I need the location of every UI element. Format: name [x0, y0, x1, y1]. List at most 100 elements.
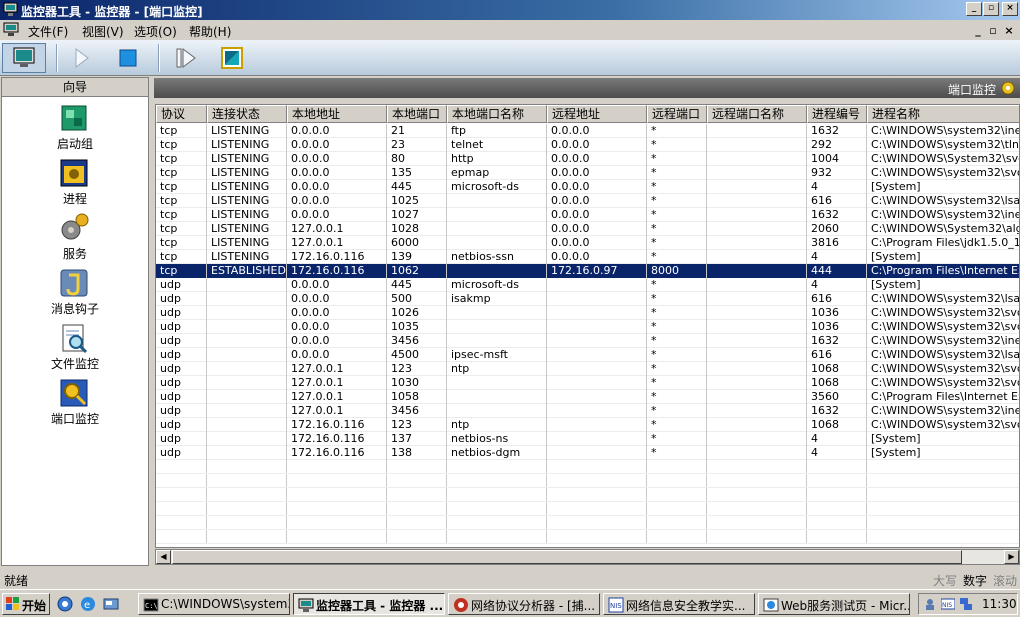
column-header[interactable]: 进程编号: [807, 105, 867, 123]
task-web-test[interactable]: Web服务测试页 - Micr...: [758, 593, 910, 615]
table-row[interactable]: udp 127.0.0.1 3456 * 1632 C:\WINDOWS\system32…: [156, 404, 1019, 418]
task-protocol-analyzer[interactable]: 网络协议分析器 - [捕...: [448, 593, 600, 615]
column-header[interactable]: 本地端口名称: [447, 105, 547, 123]
column-header[interactable]: 本地地址: [287, 105, 387, 123]
table-row[interactable]: udp 127.0.0.1 123 ntp * 1068 C:\WINDOWS\system…: [156, 362, 1019, 376]
table-row[interactable]: tcp LISTENING 0.0.0.0 135 epmap 0.0.0.0 * 932 C:…: [156, 166, 1019, 180]
task-monitor-tool[interactable]: 监控器工具 - 监控器 ...: [293, 593, 445, 615]
table-cell: C:\WINDOWS\system32\svcho: [867, 362, 1019, 376]
monitor-button[interactable]: [2, 43, 46, 73]
column-header[interactable]: 本地端口: [387, 105, 447, 123]
table-row[interactable]: tcp ESTABLISHED 172.16.0.116 1062 172.16.0.9…: [156, 264, 1019, 278]
menu-options[interactable]: 选项(O): [134, 23, 177, 40]
table-row[interactable]: udp 0.0.0.0 1035 * 1036 C:\WINDOWS\system32\s…: [156, 320, 1019, 334]
table-row[interactable]: udp 172.16.0.116 123 ntp * 1068 C:\WINDOWS\sys…: [156, 418, 1019, 432]
minimize-button[interactable]: _: [966, 2, 982, 16]
stop-button[interactable]: [106, 43, 150, 73]
table-cell: ipsec-msft: [447, 348, 547, 362]
table-cell: 616: [807, 348, 867, 362]
restore-button[interactable]: ▫: [983, 2, 999, 16]
task-security-teaching[interactable]: NIS 网络信息安全教学实...: [603, 593, 755, 615]
scroll-left-button[interactable]: ◀: [156, 550, 171, 564]
table-cell: netbios-ssn: [447, 250, 547, 264]
gear-icon[interactable]: [1000, 80, 1016, 96]
quicklaunch-desktop-icon[interactable]: [103, 596, 119, 612]
nav-process[interactable]: 进程: [2, 157, 148, 211]
menu-help[interactable]: 帮助(H): [189, 23, 231, 40]
table-row[interactable]: udp 0.0.0.0 3456 * 1632 C:\WINDOWS\system32\i…: [156, 334, 1019, 348]
table-row[interactable]: tcp LISTENING 0.0.0.0 23 telnet 0.0.0.0 * 292 C:…: [156, 138, 1019, 152]
table-row[interactable]: tcp LISTENING 0.0.0.0 1025 0.0.0.0 * 616 C:\WIN…: [156, 194, 1019, 208]
table-cell: 23: [387, 138, 447, 152]
quicklaunch-ie-icon[interactable]: e: [80, 596, 96, 612]
table-cell: 3560: [807, 390, 867, 404]
table-cell: [707, 180, 807, 194]
table-row[interactable]: tcp LISTENING 0.0.0.0 1027 0.0.0.0 * 1632 C:\WI…: [156, 208, 1019, 222]
horizontal-scrollbar[interactable]: ◀ ▶: [155, 549, 1020, 565]
task-cmd[interactable]: C:\ C:\WINDOWS\system3...: [138, 593, 290, 615]
scroll-right-button[interactable]: ▶: [1004, 550, 1019, 564]
table-body[interactable]: tcp LISTENING 0.0.0.0 21 ftp 0.0.0.0 * 1632 C:\W…: [156, 124, 1019, 544]
step-button[interactable]: [164, 43, 208, 73]
close-button[interactable]: ×: [1002, 2, 1018, 16]
port-monitor-panel: 端口监控 协议 连接状态 本地地址 本地端口 本地端口名称 远程地址 远程端口 远程端口名称进…: [154, 77, 1020, 566]
nav-startup-group[interactable]: 启动组: [2, 102, 148, 156]
scroll-thumb[interactable]: [172, 550, 962, 564]
column-header[interactable]: 远程端口名称: [707, 105, 807, 123]
table-cell: [707, 236, 807, 250]
nav-service[interactable]: 服务: [2, 212, 148, 266]
table-row[interactable]: udp 172.16.0.116 138 netbios-dgm * 4 [System]: [156, 446, 1019, 460]
nis-tray-icon[interactable]: NIS: [941, 597, 955, 611]
nav-message-hook[interactable]: 消息钩子: [2, 267, 148, 321]
table-cell: LISTENING: [207, 180, 287, 194]
table-cell: *: [647, 166, 707, 180]
start-menu-button[interactable]: 开始: [2, 593, 50, 615]
table-cell: C:\WINDOWS\system32\svcho: [867, 320, 1019, 334]
nav-port-monitor[interactable]: 端口监控: [2, 377, 148, 431]
column-header[interactable]: 远程端口: [647, 105, 707, 123]
table-cell: [207, 306, 287, 320]
table-row[interactable]: udp 127.0.0.1 1030 * 1068 C:\WINDOWS\system32…: [156, 376, 1019, 390]
column-header[interactable]: 远程地址: [547, 105, 647, 123]
table-cell: 1036: [807, 320, 867, 334]
quicklaunch-browser-icon[interactable]: [57, 596, 73, 612]
network-tray-icon[interactable]: [959, 597, 973, 611]
table-row[interactable]: tcp LISTENING 0.0.0.0 80 http 0.0.0.0 * 1004 C:\…: [156, 152, 1019, 166]
table-row[interactable]: tcp LISTENING 127.0.0.1 6000 0.0.0.0 * 3816 C:\…: [156, 236, 1019, 250]
table-cell: [547, 334, 647, 348]
window-button[interactable]: [210, 43, 254, 73]
user-tray-icon[interactable]: [923, 597, 937, 611]
mdi-close-button[interactable]: ×: [1003, 24, 1015, 37]
table-row[interactable]: udp 0.0.0.0 1026 * 1036 C:\WINDOWS\system32\s…: [156, 306, 1019, 320]
mdi-minimize-button[interactable]: _: [972, 24, 984, 37]
table-row[interactable]: tcp LISTENING 0.0.0.0 445 microsoft-ds 0.0.0.…: [156, 180, 1019, 194]
nav-file-monitor[interactable]: 文件监控: [2, 322, 148, 376]
menu-file[interactable]: 文件(F): [28, 23, 68, 40]
table-cell: *: [647, 208, 707, 222]
table-cell: udp: [156, 348, 207, 362]
table-cell: *: [647, 138, 707, 152]
clock[interactable]: 11:30: [982, 597, 1017, 611]
menu-view[interactable]: 视图(V): [82, 23, 124, 40]
table-cell: 932: [807, 166, 867, 180]
column-header[interactable]: 连接状态: [207, 105, 287, 123]
table-cell: [207, 404, 287, 418]
table-row[interactable]: tcp LISTENING 172.16.0.116 139 netbios-ssn 0.…: [156, 250, 1019, 264]
table-row[interactable]: tcp LISTENING 0.0.0.0 21 ftp 0.0.0.0 * 1632 C:\W…: [156, 124, 1019, 138]
table-cell: 3456: [387, 334, 447, 348]
table-cell: udp: [156, 334, 207, 348]
title-bar[interactable]: 监控器工具 - 监控器 - [端口监控] _ ▫ ×: [0, 0, 1020, 20]
mdi-restore-button[interactable]: ▫: [987, 24, 999, 37]
table-cell: tcp: [156, 194, 207, 208]
table-row[interactable]: udp 127.0.0.1 1058 * 3560 C:\Program Files\In…: [156, 390, 1019, 404]
document-icon[interactable]: [3, 22, 19, 37]
table-row[interactable]: tcp LISTENING 127.0.0.1 1028 0.0.0.0 * 2060 C:\…: [156, 222, 1019, 236]
column-header[interactable]: 进程名称: [867, 105, 1019, 123]
table-row[interactable]: udp 0.0.0.0 4500 ipsec-msft * 616 C:\WINDOWS\s…: [156, 348, 1019, 362]
start-button[interactable]: [60, 43, 104, 73]
table-row[interactable]: udp 172.16.0.116 137 netbios-ns * 4 [System]: [156, 432, 1019, 446]
table-row[interactable]: udp 0.0.0.0 500 isakmp * 616 C:\WINDOWS\system…: [156, 292, 1019, 306]
column-header[interactable]: 协议: [156, 105, 207, 123]
port-table[interactable]: 协议 连接状态 本地地址 本地端口 本地端口名称 远程地址 远程端口 远程端口名称 进程编号 进程…: [155, 104, 1020, 548]
table-row[interactable]: udp 0.0.0.0 445 microsoft-ds * 4 [System]: [156, 278, 1019, 292]
